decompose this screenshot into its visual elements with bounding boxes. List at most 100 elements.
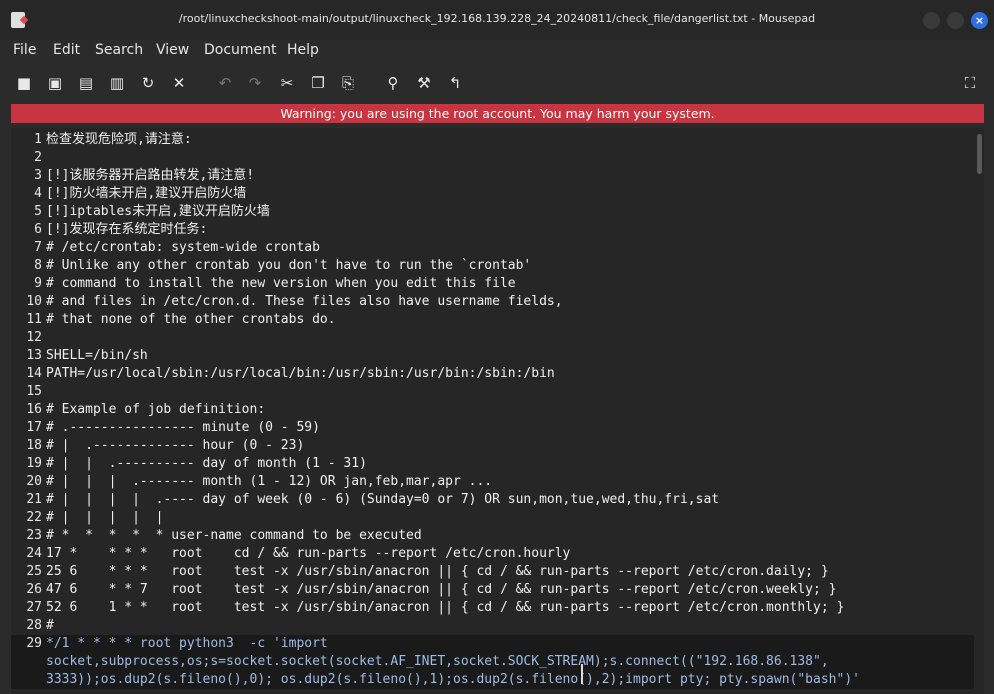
line-number: 2 bbox=[34, 150, 42, 165]
save-as-icon[interactable]: ▥ bbox=[108, 74, 126, 92]
line-number: 24 bbox=[26, 546, 42, 561]
editor-line: 15 bbox=[11, 383, 974, 401]
editor-line: 24 17 * * * * root cd / && run-parts --re… bbox=[11, 545, 974, 563]
undo-icon[interactable]: ↶ bbox=[216, 74, 234, 92]
line-text: # * * * * * user-name command to be exec… bbox=[46, 528, 422, 543]
line-text: # bbox=[46, 618, 54, 633]
scrollbar-thumb[interactable] bbox=[977, 134, 982, 174]
line-number: 29 bbox=[26, 636, 42, 651]
line-text: [!]发现存在系统定时任务: bbox=[46, 222, 208, 237]
line-text: # Unlike any other crontab you don't hav… bbox=[46, 258, 532, 273]
menu-bar: File Edit Search View Document Help bbox=[0, 40, 994, 64]
minimize-button[interactable] bbox=[923, 12, 940, 29]
line-number: 8 bbox=[34, 258, 42, 273]
line-number: 19 bbox=[26, 456, 42, 471]
line-number: 22 bbox=[26, 510, 42, 525]
editor-line: 7 # /etc/crontab: system-wide crontab bbox=[11, 239, 974, 257]
search-icon[interactable]: ⚲ bbox=[384, 74, 402, 92]
line-text: */1 * * * * root python3 -c 'import bbox=[46, 636, 328, 651]
title-bar: /root/linuxcheckshoot-main/output/linuxc… bbox=[0, 0, 994, 41]
editor-line: 19 # | | .---------- day of month (1 - 31… bbox=[11, 455, 974, 473]
line-number: 23 bbox=[26, 528, 42, 543]
editor-line: 1 检查发现危险项,请注意: bbox=[11, 131, 974, 149]
editor-line-wrap: 3333));os.dup2(s.fileno(),0); os.dup2(s.… bbox=[11, 671, 974, 689]
line-text: # | | | .------- month (1 - 12) OR jan,f… bbox=[46, 474, 493, 489]
reload-icon[interactable]: ↻ bbox=[139, 74, 157, 92]
editor-line: 23 # * * * * * user-name command to be ex… bbox=[11, 527, 974, 545]
line-number: 28 bbox=[26, 618, 42, 633]
menu-file[interactable]: File bbox=[13, 42, 36, 58]
window-title: /root/linuxcheckshoot-main/output/linuxc… bbox=[178, 12, 816, 25]
editor-line: 26 47 6 * * 7 root test -x /usr/sbin/anac… bbox=[11, 581, 974, 599]
line-number: 4 bbox=[34, 186, 42, 201]
text-cursor bbox=[581, 664, 583, 684]
line-number: 17 bbox=[26, 420, 42, 435]
editor-line: 5 [!]iptables未开启,建议开启防火墙 bbox=[11, 203, 974, 221]
editor-line: 13 SHELL=/bin/sh bbox=[11, 347, 974, 365]
editor-line: 10 # and files in /etc/cron.d. These file… bbox=[11, 293, 974, 311]
line-number: 9 bbox=[34, 276, 42, 291]
editor-line: 4 [!]防火墙未开启,建议开启防火墙 bbox=[11, 185, 974, 203]
line-text: socket,subprocess,os;s=socket.socket(soc… bbox=[46, 654, 829, 669]
line-text: # .---------------- minute (0 - 59) bbox=[46, 420, 320, 435]
line-text: 52 6 1 * * root test -x /usr/sbin/anacro… bbox=[46, 600, 845, 615]
menu-view[interactable]: View bbox=[156, 42, 189, 58]
search-replace-icon[interactable]: ⚒ bbox=[415, 74, 433, 92]
editor-line: 3 [!]该服务器开启路由转发,请注意! bbox=[11, 167, 974, 185]
new-document-icon[interactable]: ■ bbox=[15, 74, 33, 92]
close-window-button[interactable]: × bbox=[971, 12, 988, 29]
line-number: 21 bbox=[26, 492, 42, 507]
editor-line: 2 bbox=[11, 149, 974, 167]
menu-edit[interactable]: Edit bbox=[53, 42, 80, 58]
copy-icon[interactable]: ❐ bbox=[309, 74, 327, 92]
line-text: # and files in /etc/cron.d. These files … bbox=[46, 294, 563, 309]
line-number: 5 bbox=[34, 204, 42, 219]
menu-help[interactable]: Help bbox=[287, 42, 319, 58]
open-document-icon[interactable]: ▣ bbox=[46, 74, 64, 92]
line-number: 18 bbox=[26, 438, 42, 453]
line-number: 6 bbox=[34, 222, 42, 237]
line-text: 检查发现危险项,请注意: bbox=[46, 132, 192, 147]
line-text: [!]iptables未开启,建议开启防火墙 bbox=[46, 204, 270, 219]
line-number: 14 bbox=[26, 366, 42, 381]
editor-line: 17 # .---------------- minute (0 - 59) bbox=[11, 419, 974, 437]
fullscreen-icon[interactable]: ⛶ bbox=[961, 74, 979, 92]
editor-line: 6 [!]发现存在系统定时任务: bbox=[11, 221, 974, 239]
editor-line: 11 # that none of the other crontabs do. bbox=[11, 311, 974, 329]
line-text: # command to install the new version whe… bbox=[46, 276, 516, 291]
save-icon[interactable]: ▤ bbox=[77, 74, 95, 92]
editor-line: 12 bbox=[11, 329, 974, 347]
line-number: 27 bbox=[26, 600, 42, 615]
vertical-scrollbar[interactable] bbox=[974, 128, 984, 694]
paste-icon[interactable]: ⎘ bbox=[339, 74, 357, 92]
line-text: 17 * * * * root cd / && run-parts --repo… bbox=[46, 546, 571, 561]
goto-icon[interactable]: ↰ bbox=[446, 74, 464, 92]
line-text: # | | | | .---- day of week (0 - 6) (Sun… bbox=[46, 492, 720, 507]
text-editor[interactable]: 1 检查发现危险项,请注意: 2 3 [!]该服务器开启路由转发,请注意! 4 [!]防火墙… bbox=[11, 128, 984, 694]
line-number: 1 bbox=[34, 132, 42, 147]
line-number: 12 bbox=[26, 330, 42, 345]
line-text: SHELL=/bin/sh bbox=[46, 348, 148, 363]
line-text: # /etc/crontab: system-wide crontab bbox=[46, 240, 320, 255]
line-number: 26 bbox=[26, 582, 42, 597]
menu-document[interactable]: Document bbox=[204, 42, 277, 58]
line-text: # | .------------- hour (0 - 23) bbox=[46, 438, 305, 453]
line-text: [!]防火墙未开启,建议开启防火墙 bbox=[46, 186, 247, 201]
line-number: 11 bbox=[26, 312, 42, 327]
maximize-button[interactable] bbox=[947, 12, 964, 29]
editor-line-wrap: socket,subprocess,os;s=socket.socket(soc… bbox=[11, 653, 974, 671]
editor-line: 25 25 6 * * * root test -x /usr/sbin/anac… bbox=[11, 563, 974, 581]
line-text: # that none of the other crontabs do. bbox=[46, 312, 336, 327]
menu-search[interactable]: Search bbox=[95, 42, 143, 58]
line-text: 25 6 * * * root test -x /usr/sbin/anacro… bbox=[46, 564, 829, 579]
line-number: 25 bbox=[26, 564, 42, 579]
editor-line: 14 PATH=/usr/local/sbin:/usr/local/bin:/u… bbox=[11, 365, 974, 383]
editor-line: 9 # command to install the new version wh… bbox=[11, 275, 974, 293]
line-number: 10 bbox=[26, 294, 42, 309]
editor-lines: 1 检查发现危险项,请注意: 2 3 [!]该服务器开启路由转发,请注意! 4 [!]防火墙… bbox=[11, 131, 974, 689]
editor-line: 22 # | | | | | bbox=[11, 509, 974, 527]
close-document-icon[interactable]: ✕ bbox=[170, 74, 188, 92]
redo-icon[interactable]: ↷ bbox=[246, 74, 264, 92]
line-number: 20 bbox=[26, 474, 42, 489]
cut-icon[interactable]: ✂ bbox=[278, 74, 296, 92]
